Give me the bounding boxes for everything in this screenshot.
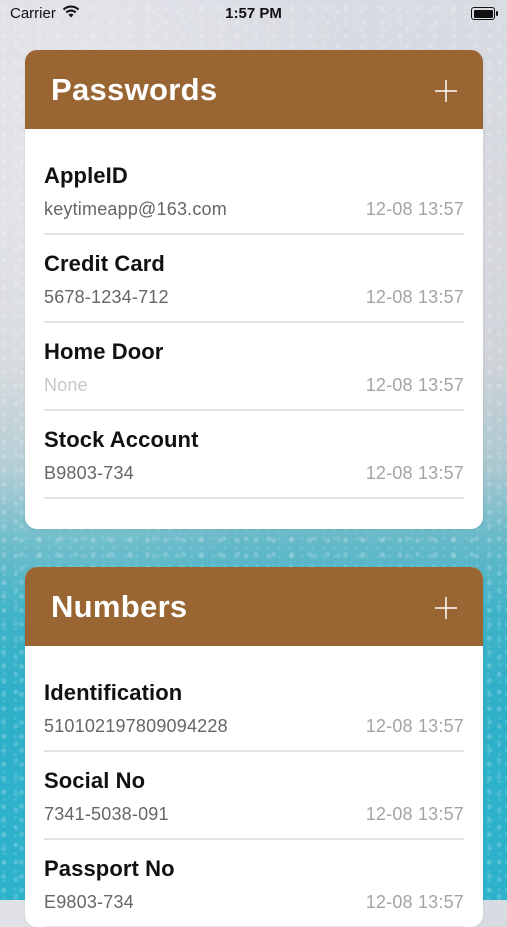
status-time: 1:57 PM [225, 5, 282, 22]
battery-icon [471, 7, 498, 20]
item-title: Passport No [44, 856, 175, 881]
section-title: Passwords [51, 71, 218, 107]
item-title: Social No [44, 768, 146, 793]
plus-icon[interactable] [435, 79, 457, 102]
numbers-list: Identification 510102197809094228 12-08 … [25, 646, 483, 927]
list-item-home-door[interactable]: Home Door None 12-08 13:57 [44, 331, 464, 411]
item-timestamp: 12-08 13:57 [365, 199, 464, 219]
item-timestamp: 12-08 13:57 [365, 804, 464, 824]
item-value: 510102197809094228 [44, 716, 228, 736]
passwords-header: Passwords [25, 50, 483, 129]
list-item-appleid[interactable]: AppleID keytimeapp@163.com 12-08 13:57 [44, 155, 464, 235]
item-title: Credit Card [44, 251, 165, 276]
item-timestamp: 12-08 13:57 [365, 892, 464, 912]
item-value: None [44, 375, 88, 395]
numbers-card: Numbers Identification 51010219780909422… [25, 567, 483, 927]
item-title: Identification [44, 680, 183, 705]
item-timestamp: 12-08 13:57 [365, 716, 464, 736]
item-title: Home Door [44, 339, 164, 364]
list-item-social-no[interactable]: Social No 7341-5038-091 12-08 13:57 [44, 760, 464, 840]
plus-icon[interactable] [435, 596, 457, 619]
battery-level [473, 9, 493, 18]
passwords-list: AppleID keytimeapp@163.com 12-08 13:57 C… [25, 129, 483, 529]
section-title: Numbers [51, 588, 188, 624]
item-value: 7341-5038-091 [44, 804, 169, 824]
item-timestamp: 12-08 13:57 [365, 287, 464, 307]
passwords-card: Passwords AppleID keytimeapp@163.com 12-… [25, 50, 483, 529]
list-item-credit-card[interactable]: Credit Card 5678-1234-712 12-08 13:57 [44, 243, 464, 323]
item-timestamp: 12-08 13:57 [365, 375, 464, 395]
numbers-header: Numbers [25, 567, 483, 646]
item-value: 5678-1234-712 [44, 287, 169, 307]
item-title: AppleID [44, 163, 128, 188]
item-value: keytimeapp@163.com [44, 199, 227, 219]
list-item-stock-account[interactable]: Stock Account B9803-734 12-08 13:57 [44, 419, 464, 499]
status-bar: Carrier 1:57 PM [0, 0, 507, 28]
list-item-passport-no[interactable]: Passport No E9803-734 12-08 13:57 [44, 848, 464, 927]
item-value: E9803-734 [44, 892, 134, 912]
list-item-identification[interactable]: Identification 510102197809094228 12-08 … [44, 672, 464, 752]
item-title: Stock Account [44, 427, 199, 452]
item-timestamp: 12-08 13:57 [365, 463, 464, 483]
item-value: B9803-734 [44, 463, 134, 483]
